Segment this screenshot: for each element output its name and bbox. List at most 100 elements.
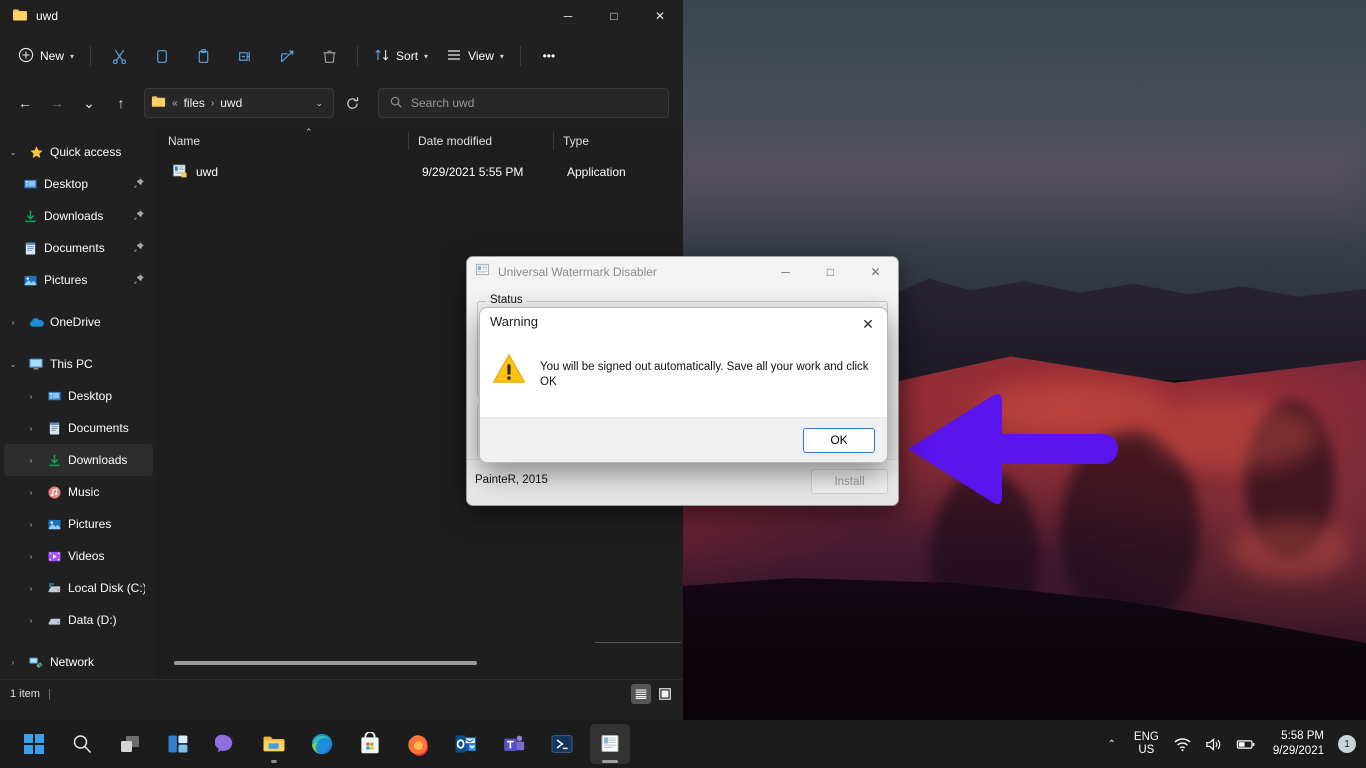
column-header-date-modified[interactable]: Date modified (408, 126, 553, 156)
pin-icon[interactable] (133, 209, 145, 224)
sort-button[interactable]: Sort ▾ (366, 40, 436, 72)
microsoft-edge-icon[interactable] (302, 724, 342, 764)
chevron-right-icon[interactable]: › (22, 520, 40, 529)
copy-icon[interactable] (141, 40, 181, 72)
pin-icon[interactable] (133, 273, 145, 288)
large-icons-view-icon[interactable] (655, 684, 675, 704)
outlook-icon[interactable] (446, 724, 486, 764)
sidebar-item-data-d[interactable]: › Data (D:) (4, 604, 153, 636)
chevron-down-icon[interactable]: ⌄ (4, 360, 22, 369)
sidebar-item-onedrive[interactable]: › OneDrive (4, 306, 153, 338)
system-tray[interactable]: ⌃ ENG US 5:58 PM 9/29/2021 1 (1102, 720, 1366, 768)
uwd-close-button[interactable]: ✕ (853, 257, 898, 287)
chevron-right-icon[interactable]: › (4, 658, 22, 667)
view-button[interactable]: View ▾ (438, 40, 512, 72)
chevron-right-icon[interactable]: › (22, 552, 40, 561)
sidebar-item-pictures-pc[interactable]: › Pictures (4, 508, 153, 540)
up-button[interactable]: ↑ (106, 88, 136, 118)
ok-button[interactable]: OK (803, 428, 875, 453)
firefox-icon[interactable] (398, 724, 438, 764)
forward-button[interactable]: → (42, 88, 72, 118)
wifi-icon[interactable] (1171, 736, 1194, 753)
chevron-right-icon[interactable]: › (22, 456, 40, 465)
warning-dialog[interactable]: Warning ✕ You will be signed out automat… (479, 307, 888, 463)
column-header-name[interactable]: Name (158, 126, 408, 156)
microsoft-store-icon[interactable] (350, 724, 390, 764)
maximize-button[interactable]: □ (591, 0, 637, 32)
close-icon[interactable]: ✕ (855, 312, 881, 336)
uwd-title-bar[interactable]: Universal Watermark Disabler ─ □ ✕ (467, 257, 898, 287)
view-toggle-group[interactable] (631, 684, 675, 704)
chevron-right-icon[interactable]: › (22, 424, 40, 433)
warning-title-bar[interactable]: Warning ✕ (480, 308, 887, 342)
sidebar-item-network[interactable]: › Network (4, 646, 153, 678)
chevron-right-icon[interactable]: › (22, 488, 40, 497)
clock[interactable]: 5:58 PM 9/29/2021 (1267, 729, 1330, 759)
explorer-title-bar[interactable]: uwd ─ □ ✕ (0, 0, 683, 32)
breadcrumb-overflow[interactable]: « (172, 98, 178, 109)
rename-icon[interactable] (225, 40, 265, 72)
sidebar-item-videos[interactable]: › Videos (4, 540, 153, 572)
powershell-icon[interactable] (542, 724, 582, 764)
show-hidden-icons-icon[interactable]: ⌃ (1102, 733, 1122, 756)
address-bar[interactable]: « files › uwd ⌄ (144, 88, 334, 118)
sidebar-item-local-disk-c[interactable]: › Local Disk (C:) (4, 572, 153, 604)
install-button[interactable]: Install (811, 469, 888, 494)
search-input[interactable]: Search uwd (378, 88, 669, 118)
sidebar-item-pictures-quick[interactable]: Pictures (4, 264, 153, 296)
breadcrumb-item-uwd[interactable]: uwd (220, 96, 242, 110)
chevron-right-icon[interactable]: › (22, 584, 40, 593)
refresh-icon[interactable] (338, 88, 366, 118)
file-list-column-headers[interactable]: Name Date modified Type ⌃ (158, 126, 683, 156)
paste-icon[interactable] (183, 40, 223, 72)
horizontal-scrollbar-thumb[interactable] (174, 661, 477, 665)
sidebar-item-downloads-quick[interactable]: Downloads (4, 200, 153, 232)
navigation-pane[interactable]: ⌄ Quick access Desktop Downloa (0, 126, 158, 679)
sidebar-item-desktop-pc[interactable]: › Desktop (4, 380, 153, 412)
sidebar-item-desktop-quick[interactable]: Desktop (4, 168, 153, 200)
sidebar-item-downloads-pc[interactable]: › Downloads (4, 444, 153, 476)
search-icon[interactable] (62, 724, 102, 764)
uwd-minimize-button[interactable]: ─ (763, 257, 808, 287)
explorer-navigation-bar[interactable]: ← → ⌄ ↑ « files › uwd ⌄ Search uwd (0, 80, 683, 126)
breadcrumb-item-files[interactable]: files (184, 96, 205, 110)
chevron-right-icon[interactable]: › (22, 392, 40, 401)
minimize-button[interactable]: ─ (545, 0, 591, 32)
cut-icon[interactable] (99, 40, 139, 72)
taskbar[interactable]: ⌃ ENG US 5:58 PM 9/29/2021 1 (0, 720, 1366, 768)
chevron-right-icon[interactable]: › (22, 616, 40, 625)
explorer-command-bar[interactable]: New ▾ Sort ▾ (0, 32, 683, 80)
chevron-right-icon[interactable]: › (4, 318, 22, 327)
sidebar-item-this-pc[interactable]: ⌄ This PC (4, 348, 153, 380)
taskbar-app-area[interactable] (0, 720, 683, 768)
battery-icon[interactable] (1233, 736, 1259, 753)
language-indicator[interactable]: ENG US (1130, 729, 1163, 759)
chevron-down-icon[interactable]: ⌄ (4, 148, 22, 157)
column-header-type[interactable]: Type (553, 126, 673, 156)
sidebar-item-documents-pc[interactable]: › Documents (4, 412, 153, 444)
task-view-icon[interactable] (110, 724, 150, 764)
back-button[interactable]: ← (10, 88, 40, 118)
sidebar-item-music[interactable]: › Music (4, 476, 153, 508)
start-button[interactable] (14, 724, 54, 764)
pin-icon[interactable] (133, 241, 145, 256)
file-explorer-icon[interactable] (254, 724, 294, 764)
table-row[interactable]: uwd 9/29/2021 5:55 PM Application (162, 158, 677, 186)
sidebar-item-quick-access[interactable]: ⌄ Quick access (4, 136, 153, 168)
sidebar-item-documents-quick[interactable]: Documents (4, 232, 153, 264)
address-dropdown-icon[interactable]: ⌄ (311, 98, 327, 109)
close-button[interactable]: ✕ (637, 0, 683, 32)
recent-locations-button[interactable]: ⌄ (74, 88, 104, 118)
speaker-icon[interactable] (1202, 736, 1225, 753)
widgets-icon[interactable] (158, 724, 198, 764)
horizontal-scrollbar[interactable] (174, 661, 563, 665)
pin-icon[interactable] (133, 177, 145, 192)
delete-icon[interactable] (309, 40, 349, 72)
details-view-icon[interactable] (631, 684, 651, 704)
chat-teams-icon[interactable] (206, 724, 246, 764)
share-icon[interactable] (267, 40, 307, 72)
microsoft-teams-icon[interactable] (494, 724, 534, 764)
more-options-button[interactable]: ••• (529, 40, 569, 72)
uwd-maximize-button[interactable]: □ (808, 257, 853, 287)
new-button[interactable]: New ▾ (10, 40, 82, 72)
